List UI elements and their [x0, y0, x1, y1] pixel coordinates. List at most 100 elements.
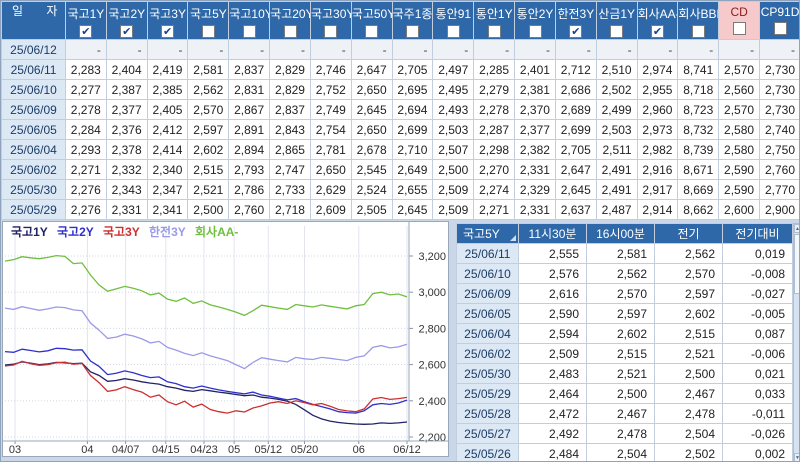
rate-cell: 2,733 — [269, 179, 311, 200]
column-label: 국고2Y — [108, 7, 146, 21]
date-cell[interactable]: 25/06/12 — [1, 39, 66, 60]
scroll-down-icon[interactable]: ▼ — [794, 453, 799, 461]
column-checkbox[interactable]: ✔ — [569, 25, 583, 38]
date-cell[interactable]: 25/06/10 — [1, 79, 66, 100]
date-cell[interactable]: 25/05/29 — [1, 199, 66, 220]
column-checkbox[interactable] — [242, 25, 256, 38]
column-checkbox[interactable] — [691, 25, 705, 38]
rate-1600-cell: 2,581 — [586, 243, 655, 264]
column-checkbox[interactable]: ✔ — [120, 25, 134, 38]
column-header-산금1Y: 산금1Y — [595, 1, 638, 40]
quote-column-header[interactable]: 전기대비 — [722, 223, 793, 244]
change-cell: -0,011 — [722, 403, 793, 424]
date-cell[interactable]: 25/06/02 — [1, 159, 66, 180]
daily-rates-table: 일 자 국고1Y ✔ 국고2Y ✔ 국고3Y ✔ 국고5Y 국고10Y 국고20Y 국고30Y 국고5… — [1, 1, 799, 220]
scroll-up-icon[interactable]: ▲ — [794, 224, 799, 233]
column-checkbox[interactable] — [528, 25, 542, 38]
rate-cell: 2,283 — [65, 59, 107, 80]
change-cell: -0,006 — [722, 343, 793, 364]
rate-cell: 2,914 — [636, 199, 679, 220]
rate-cell: 2,331 — [514, 199, 556, 220]
rate-cell: - — [636, 39, 679, 60]
rate-1600-cell: 2,504 — [586, 443, 655, 461]
column-checkbox[interactable]: ✔ — [161, 25, 175, 38]
prev-rate-cell: 2,515 — [654, 323, 723, 344]
rate-cell: 2,497 — [432, 59, 475, 80]
date-cell[interactable]: 25/06/04 — [1, 139, 66, 160]
svg-text:2,400: 2,400 — [418, 396, 446, 408]
rate-cell: 2,760 — [228, 199, 271, 220]
date-cell[interactable]: 25/06/02 — [456, 343, 519, 364]
rate-cell: 2,414 — [146, 139, 189, 160]
rate-cell: 2,597 — [187, 119, 230, 140]
column-checkbox[interactable] — [283, 25, 297, 38]
column-header-국고30Y: 국고30Y — [309, 1, 352, 40]
svg-text:04: 04 — [81, 444, 93, 456]
rate-cell: 8,741 — [677, 59, 720, 80]
date-cell[interactable]: 25/05/28 — [456, 403, 519, 424]
date-cell[interactable]: 25/05/27 — [456, 423, 519, 444]
column-checkbox[interactable] — [732, 22, 746, 35]
quote-column-header[interactable]: 전기 — [654, 223, 723, 244]
svg-text:05: 05 — [228, 444, 240, 456]
table-scrollbar[interactable]: ▲ ▼ — [793, 223, 799, 461]
rate-cell: 2,331 — [105, 199, 148, 220]
date-cell[interactable]: 25/05/26 — [456, 443, 519, 461]
date-cell[interactable]: 25/05/30 — [1, 179, 66, 200]
column-label: 통안1Y — [475, 7, 513, 21]
rate-cell: 2,570 — [187, 99, 230, 120]
quote-row: 25/06/11 2,555 2,581 2,562 0,019 — [456, 243, 793, 264]
date-cell[interactable]: 25/05/30 — [456, 363, 519, 384]
rate-cell: - — [146, 39, 189, 60]
rate-cell: 2,973 — [636, 119, 679, 140]
date-cell[interactable]: 25/06/09 — [456, 283, 519, 304]
column-header-회사AA-: 회사AA- ✔ — [636, 1, 679, 40]
rate-cell: 2,382 — [514, 139, 556, 160]
rate-1130-cell: 2,464 — [518, 383, 587, 404]
yield-chart-svg: 03 04 04/07 04/15 04/23 05 05/12 05/20 06 06/12 3,… — [3, 222, 448, 456]
date-cell[interactable]: 25/06/09 — [1, 99, 66, 120]
rate-cell: 2,793 — [228, 159, 271, 180]
column-checkbox[interactable] — [324, 25, 338, 38]
date-cell[interactable]: 25/06/11 — [1, 59, 66, 80]
quote-column-header[interactable]: 16시00분 — [586, 223, 655, 244]
column-checkbox[interactable] — [773, 22, 787, 35]
column-checkbox[interactable] — [201, 25, 215, 38]
scrollbar-thumb[interactable] — [794, 234, 799, 294]
rate-cell: 2,982 — [636, 139, 679, 160]
date-cell[interactable]: 25/06/04 — [456, 323, 519, 344]
rate-1130-cell: 2,483 — [518, 363, 587, 384]
rate-cell: 2,831 — [228, 79, 271, 100]
column-label: 국고30Y — [310, 7, 352, 21]
sorted-column-header[interactable]: 국고5Y — [456, 223, 519, 244]
date-cell[interactable]: 25/06/11 — [456, 243, 519, 264]
rate-cell: 2,493 — [432, 99, 475, 120]
date-cell[interactable]: 25/06/05 — [456, 303, 519, 324]
table-row: 25/05/30 2,276 2,343 2,347 2,521 2,786 2,733 2,… — [1, 179, 799, 200]
rate-cell: 2,678 — [350, 139, 393, 160]
rate-cell: 2,705 — [554, 139, 597, 160]
rate-cell: - — [269, 39, 311, 60]
rate-cell: - — [309, 39, 352, 60]
quote-column-header[interactable]: 11시30분 — [518, 223, 587, 244]
column-checkbox[interactable] — [365, 25, 379, 38]
rate-cell: 2,699 — [554, 119, 597, 140]
column-header-CD: CD — [718, 1, 761, 40]
rate-cell: 2,645 — [554, 179, 597, 200]
column-checkbox[interactable] — [487, 25, 501, 38]
rate-cell: 2,770 — [759, 179, 799, 200]
column-checkbox[interactable]: ✔ — [79, 25, 93, 38]
column-checkbox[interactable] — [446, 25, 460, 38]
column-header-국고1Y: 국고1Y ✔ — [65, 1, 107, 40]
date-cell[interactable]: 25/06/10 — [456, 263, 519, 284]
column-header-국고3Y: 국고3Y ✔ — [146, 1, 189, 40]
date-cell[interactable]: 25/06/05 — [1, 119, 66, 140]
column-checkbox[interactable]: ✔ — [651, 25, 664, 38]
column-checkbox[interactable] — [610, 25, 624, 38]
rate-cell: 8,669 — [677, 179, 720, 200]
rate-cell: 2,499 — [595, 99, 638, 120]
rate-cell: 2,270 — [473, 159, 516, 180]
column-checkbox[interactable] — [406, 25, 420, 38]
date-cell[interactable]: 25/05/29 — [456, 383, 519, 404]
rate-cell: 2,650 — [309, 159, 352, 180]
